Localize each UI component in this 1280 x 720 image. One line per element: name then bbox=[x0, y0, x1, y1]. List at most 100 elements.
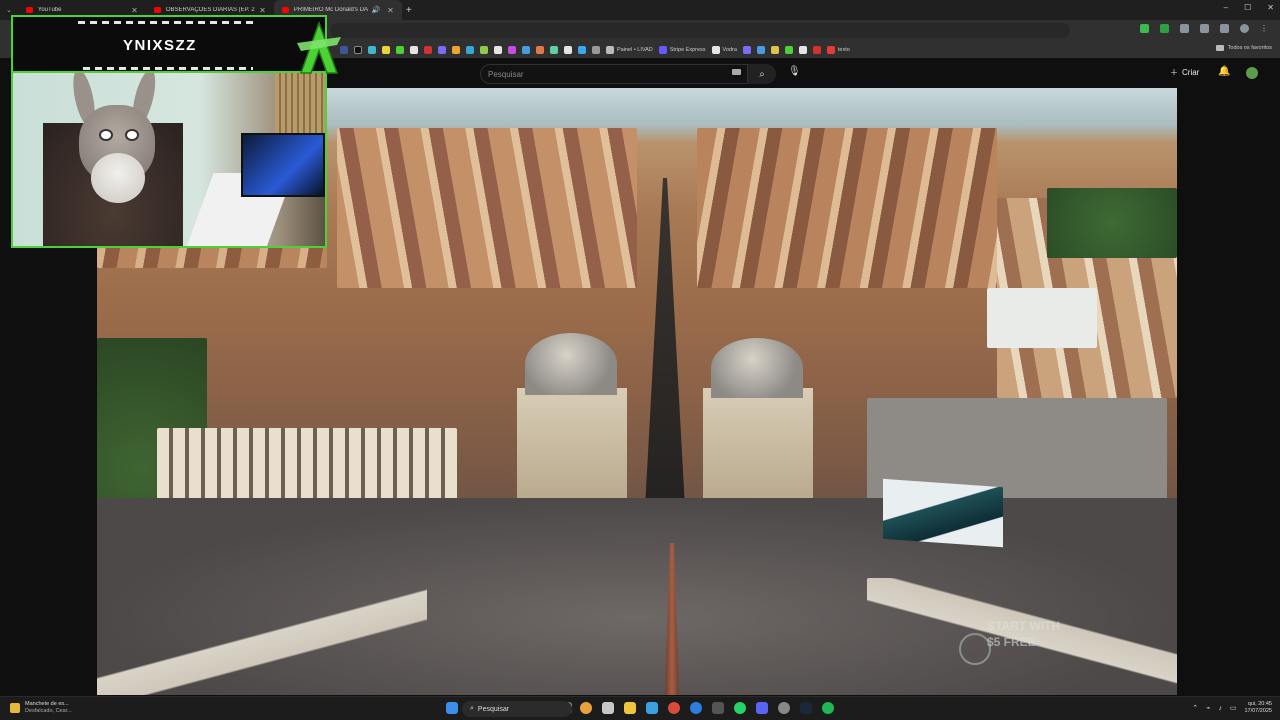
all-bookmarks[interactable]: Todos os favoritos bbox=[1215, 45, 1272, 51]
taskbar-search-label: Pesquisar bbox=[477, 705, 510, 713]
decor-stripe bbox=[78, 21, 258, 24]
bookmark-icon[interactable] bbox=[494, 45, 502, 54]
discord-icon[interactable] bbox=[756, 702, 768, 714]
clock[interactable]: qui, 20:45 17/07/2025 bbox=[1244, 701, 1272, 715]
facebook-bookmark-icon[interactable] bbox=[340, 45, 348, 54]
minimize-button[interactable]: – bbox=[1224, 3, 1228, 12]
steam-icon[interactable] bbox=[800, 702, 812, 714]
window-controls: – ☐ ✕ bbox=[1224, 3, 1274, 12]
news-widget[interactable]: Manchete de es... Desfalcado, Cear... bbox=[10, 701, 72, 715]
city-block bbox=[697, 128, 997, 288]
city-block bbox=[337, 128, 637, 288]
bookmark-icon[interactable] bbox=[564, 45, 572, 54]
copilot-icon[interactable] bbox=[580, 702, 592, 714]
donkey-eye-left bbox=[99, 129, 113, 141]
volume-icon[interactable]: ♪ bbox=[1218, 705, 1222, 712]
bookmark-icon[interactable] bbox=[452, 45, 460, 54]
bookmark-icon[interactable] bbox=[536, 45, 544, 54]
search-button[interactable]: ⌕ bbox=[748, 64, 776, 84]
channel-logo-icon bbox=[297, 21, 341, 74]
dome-right bbox=[711, 338, 803, 398]
bookmark-icon[interactable] bbox=[424, 45, 432, 54]
bookmark-label: Stripe Express bbox=[669, 46, 706, 53]
news-text: Manchete de es... Desfalcado, Cear... bbox=[25, 701, 72, 715]
bookmark-icon[interactable] bbox=[550, 45, 558, 54]
bookmark-icon[interactable] bbox=[522, 45, 530, 54]
bookmark-label: texto bbox=[837, 46, 850, 53]
bookmark-icon[interactable] bbox=[798, 45, 807, 54]
chrome-icon[interactable] bbox=[668, 702, 680, 714]
pc-case bbox=[241, 133, 325, 197]
tab-close-icon[interactable]: ✕ bbox=[259, 6, 266, 15]
bookmark-label: Vodra bbox=[722, 46, 737, 53]
extensions-row: ⋮ bbox=[1140, 24, 1268, 33]
bookmark-icon[interactable] bbox=[382, 45, 390, 54]
taskbar-search[interactable]: ⌕ Pesquisar bbox=[462, 701, 572, 717]
dome-left bbox=[525, 333, 617, 395]
bookmark-icon[interactable] bbox=[410, 45, 418, 54]
bookmark-icon[interactable] bbox=[368, 45, 376, 54]
mic-icon[interactable]: 🎙 bbox=[788, 66, 801, 77]
spotify-icon[interactable] bbox=[822, 702, 834, 714]
avatar[interactable] bbox=[1246, 67, 1258, 79]
bookmark-icon[interactable] bbox=[592, 45, 600, 54]
bell-icon[interactable]: 🔔 bbox=[1218, 66, 1230, 77]
tab-close-icon[interactable]: ✕ bbox=[131, 6, 138, 15]
extension-icon[interactable] bbox=[1180, 24, 1189, 33]
bookmark-icon[interactable] bbox=[812, 45, 821, 54]
search-icon: ⌕ bbox=[470, 705, 474, 712]
bookmark-icon[interactable] bbox=[784, 45, 793, 54]
keyboard-icon[interactable] bbox=[732, 69, 741, 75]
tab-label: YouTube bbox=[37, 7, 62, 13]
task-view-icon[interactable] bbox=[602, 702, 614, 714]
bookmark-icon[interactable] bbox=[770, 45, 779, 54]
app-icon[interactable] bbox=[712, 702, 724, 714]
extension-icon[interactable] bbox=[1140, 24, 1149, 33]
window-blinds bbox=[275, 73, 325, 133]
bookmark-icon[interactable] bbox=[438, 45, 446, 54]
bookmark-icon[interactable] bbox=[578, 45, 586, 54]
history-icon[interactable] bbox=[1220, 24, 1229, 33]
search-input[interactable]: Pesquisar bbox=[480, 64, 748, 84]
news-subtitle: Desfalcado, Cear... bbox=[25, 708, 72, 714]
new-tab-button[interactable]: + bbox=[406, 5, 412, 16]
bookmark-icon[interactable] bbox=[756, 45, 765, 54]
speaker-icon[interactable]: 🔊 bbox=[371, 6, 380, 14]
all-bookmarks-label: Todos os favoritos bbox=[1227, 45, 1272, 51]
close-window-button[interactable]: ✕ bbox=[1267, 3, 1274, 12]
chevron-up-icon[interactable]: ⌃ bbox=[1192, 704, 1198, 712]
bookmark-icon[interactable] bbox=[508, 45, 516, 54]
extension-icon[interactable] bbox=[1160, 24, 1169, 33]
start-windows-icon[interactable] bbox=[446, 702, 458, 714]
profile-icon[interactable] bbox=[1240, 24, 1249, 33]
bookmark-icon[interactable] bbox=[396, 45, 404, 54]
tab-close-icon[interactable]: ✕ bbox=[387, 6, 394, 15]
puzzle-icon[interactable] bbox=[1200, 24, 1209, 33]
address-bar[interactable] bbox=[330, 23, 1070, 38]
bookmark-vodra[interactable]: Vodra bbox=[711, 45, 737, 54]
bookmark-icon[interactable] bbox=[742, 45, 751, 54]
bookmark-painel-livad[interactable]: Painel • LIVAD bbox=[606, 45, 653, 54]
edge-icon[interactable] bbox=[690, 702, 702, 714]
menu-kebab-icon[interactable]: ⋮ bbox=[1260, 24, 1268, 33]
channel-name-banner: YNIXSZZ bbox=[11, 15, 327, 71]
bookmark-stripe-express[interactable]: Stripe Express bbox=[658, 45, 706, 54]
tab-search-icon[interactable]: ⌄ bbox=[0, 6, 18, 14]
webcam-overlay: YNIXSZZ bbox=[11, 15, 341, 248]
news-title: Manchete de es... bbox=[25, 701, 69, 707]
bookmark-icon[interactable] bbox=[480, 45, 488, 54]
trees bbox=[1047, 188, 1177, 258]
bookmark-texto[interactable]: texto bbox=[826, 45, 850, 54]
store-icon[interactable] bbox=[646, 702, 658, 714]
create-button[interactable]: ＋ Criar bbox=[1170, 67, 1199, 78]
network-icon[interactable]: ⌁ bbox=[1206, 704, 1210, 712]
maximize-button[interactable]: ☐ bbox=[1244, 3, 1251, 12]
battery-icon[interactable]: ▭ bbox=[1230, 704, 1237, 712]
bookmark-icon[interactable] bbox=[466, 45, 474, 54]
settings-icon[interactable] bbox=[778, 702, 790, 714]
promo-watermark: START WITH $5 FREE bbox=[987, 618, 1060, 650]
x-bookmark-icon[interactable] bbox=[354, 45, 362, 54]
channel-name: YNIXSZZ bbox=[123, 37, 197, 54]
file-explorer-icon[interactable] bbox=[624, 702, 636, 714]
whatsapp-icon[interactable] bbox=[734, 702, 746, 714]
